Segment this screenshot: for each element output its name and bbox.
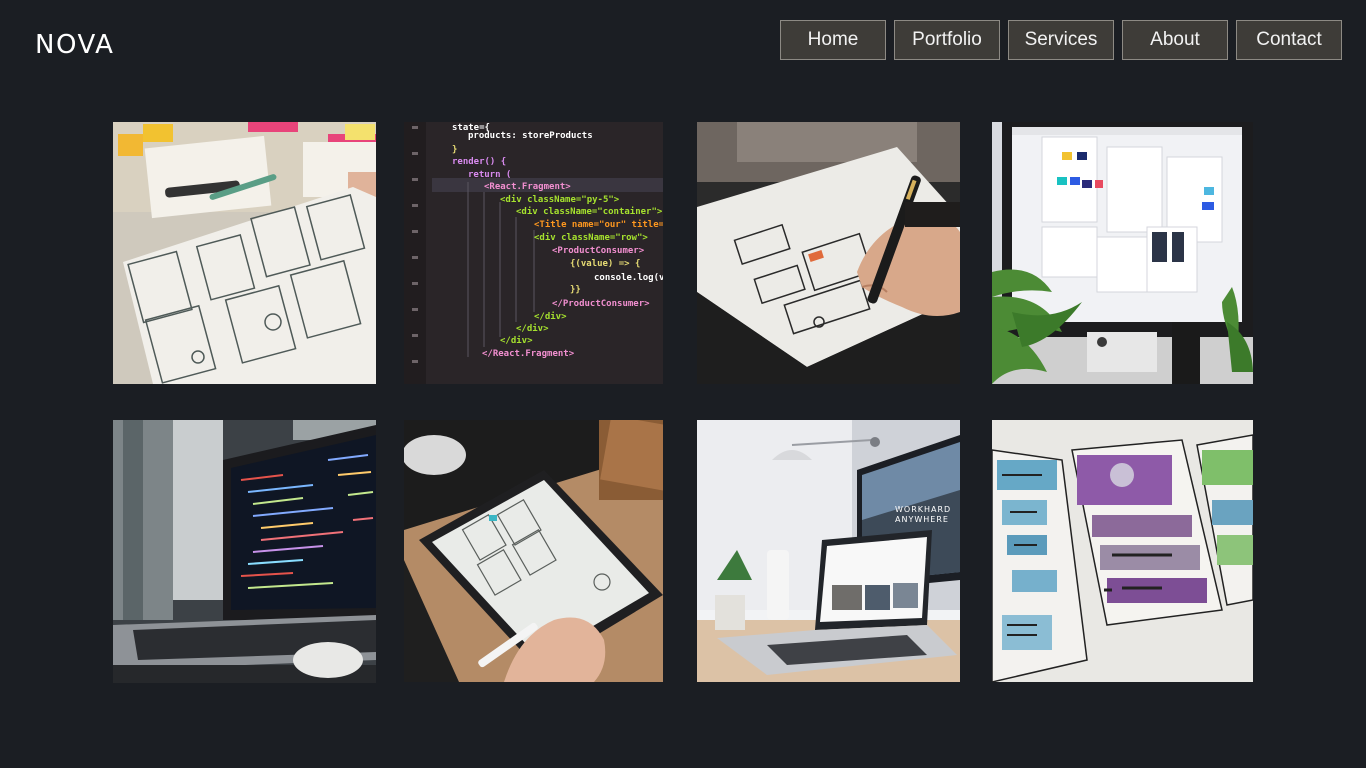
code-line: {(value) => { <box>570 259 640 269</box>
code-line: </div> <box>516 323 549 334</box>
gallery-image-laptop-code[interactable] <box>113 420 376 683</box>
nav-portfolio-button[interactable]: Portfolio <box>894 20 1000 60</box>
gallery-image-code-editor[interactable]: state={ products: storeProducts } render… <box>404 122 663 384</box>
nav-home-button[interactable]: Home <box>780 20 886 60</box>
gallery-image-monitor-ui-kit[interactable] <box>992 122 1253 384</box>
code-line: </div> <box>500 335 533 346</box>
code-line: return ( <box>468 170 511 180</box>
site-header: NOVA Home Portfolio Services About Conta… <box>0 0 1366 90</box>
gallery-image-workspace-laptop[interactable]: WORKHARD ANYWHERE <box>697 420 960 682</box>
code-line: <React.Fragment> <box>484 182 571 192</box>
code-line: console.log(va <box>594 273 663 283</box>
code-line: </React.Fragment> <box>482 349 575 359</box>
gallery-image-paper-wireframes[interactable] <box>113 122 376 384</box>
code-line: <div className="container"> <box>516 206 663 217</box>
code-line: <div className="py-5"> <box>500 194 620 205</box>
main-nav: Home Portfolio Services About Contact <box>780 20 1342 60</box>
code-line: <ProductConsumer> <box>552 246 645 256</box>
code-line: }} <box>570 285 581 295</box>
code-line: <div className="row"> <box>534 232 648 243</box>
code-line: } <box>452 145 457 155</box>
code-line: render() { <box>452 157 506 167</box>
gallery-image-sketching-hand[interactable] <box>697 122 960 384</box>
code-line: </div> <box>534 311 567 322</box>
nav-contact-button[interactable]: Contact <box>1236 20 1342 60</box>
monitor-text: ANYWHERE <box>895 515 949 524</box>
nav-services-button[interactable]: Services <box>1008 20 1114 60</box>
gallery-image-tablet-sketch[interactable] <box>404 420 663 682</box>
monitor-text: WORKHARD <box>895 505 951 514</box>
code-line: <Title name="our" title=" <box>534 219 663 230</box>
nav-about-button[interactable]: About <box>1122 20 1228 60</box>
code-line: </ProductConsumer> <box>552 299 650 309</box>
code-line: products: storeProducts <box>468 131 593 141</box>
gallery-image-watercolor-wireframes[interactable] <box>992 420 1253 682</box>
brand-logo[interactable]: NOVA <box>35 30 114 60</box>
